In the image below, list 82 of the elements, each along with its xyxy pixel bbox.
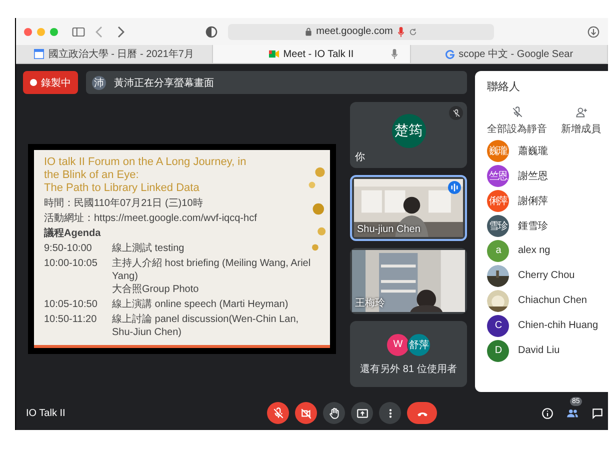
more-options-button[interactable]: [379, 402, 401, 424]
avatar: 俐萍: [487, 190, 509, 212]
browser-tab[interactable]: scope 中文 - Google Sear: [410, 45, 608, 63]
slide-text: 時間：民國110年07月21日 (三)10時: [44, 197, 204, 210]
more-participants-label: 還有另外 81 位使用者: [360, 362, 457, 376]
reload-icon[interactable]: [408, 26, 417, 36]
agenda-time: 9:50-10:00: [44, 242, 93, 255]
participant-item[interactable]: a alex ng: [487, 238, 608, 263]
agenda-time: 10:50-11:20: [44, 313, 98, 327]
presenter-avatar: 沛: [92, 76, 106, 90]
slide-title-line: IO talk II Forum on the A Long Journey, in: [44, 156, 248, 169]
close-window-icon[interactable]: [24, 28, 32, 36]
participant-name: alex ng: [518, 245, 550, 256]
avatar: W: [386, 332, 410, 356]
microphone-icon: [396, 26, 405, 36]
participant-name: Chiachun Chen: [518, 295, 587, 306]
microphone-button[interactable]: [267, 402, 289, 424]
participant-name: Chien-chih Huang: [518, 320, 598, 331]
chat-icon[interactable]: [591, 406, 604, 420]
agenda-heading: 議程Agenda: [44, 227, 102, 240]
avatar: 雪珍: [487, 214, 509, 236]
agenda-item: 線上測試 testing: [112, 242, 184, 255]
sidebar-icon[interactable]: [72, 26, 85, 38]
panel-action[interactable]: 新增成員: [561, 106, 601, 136]
agenda-time: 10:00-10:05: [44, 257, 98, 271]
avatar: a: [487, 240, 509, 262]
participant-name: 謝俐萍: [518, 194, 548, 208]
panel-title: 聯絡人: [487, 80, 521, 94]
video-camera-icon: [269, 49, 280, 59]
people-icon[interactable]: [566, 406, 579, 420]
participant-item[interactable]: 俐萍 謝俐萍: [487, 188, 608, 213]
microphone-icon: [390, 49, 398, 59]
calendar-icon: [34, 49, 44, 59]
participant-item[interactable]: C Chien-chih Huang: [487, 313, 608, 338]
avatar: 楚筠: [392, 114, 426, 148]
add-person-icon: [574, 106, 588, 119]
camera-off-icon: [300, 406, 312, 420]
avatar: 舒萍: [407, 332, 431, 356]
agenda-item: 大合照Group Photo: [112, 283, 200, 296]
panel-action[interactable]: 全部設為靜音: [487, 106, 547, 136]
participant-name: Shu-jiun Chen: [357, 224, 420, 235]
avatar: 竺恩: [487, 164, 509, 186]
avatar: 巍瓏: [487, 140, 509, 162]
participant-item[interactable]: D David Liu: [487, 338, 608, 363]
address-bar[interactable]: meet.google.com: [228, 24, 494, 40]
camera-button[interactable]: [295, 402, 317, 424]
raise-hand-button[interactable]: [323, 402, 345, 424]
meeting-title: IO Talk II: [26, 408, 66, 418]
participant-item[interactable]: 雪珍 鍾雪珍: [487, 213, 608, 238]
mic-off-icon: [510, 106, 524, 119]
participant-name: 謝竺恩: [518, 170, 548, 182]
participant-item[interactable]: 巍瓏 蕭巍瓏: [487, 138, 608, 163]
slide-title-line: the Blink of an Eye:: [44, 169, 140, 182]
g-logo-icon: [444, 49, 455, 59]
present-button[interactable]: [351, 402, 373, 424]
info-icon[interactable]: [541, 406, 554, 420]
avatar: D: [487, 340, 509, 362]
hand-icon: [328, 406, 340, 420]
agenda-item: 線上演講 online speech (Marti Heyman): [112, 298, 288, 311]
presenting-notice: 黃沛正在分享螢幕畫面: [114, 76, 214, 90]
participant-name: David Liu: [518, 345, 560, 356]
mic-off-icon: [272, 406, 284, 420]
speaking-indicator-icon: [448, 181, 461, 194]
present-screen-icon: [356, 406, 368, 420]
avatar: C: [487, 314, 509, 336]
download-icon[interactable]: [587, 26, 600, 38]
slide-text: 活動網址：https://meet.google.com/wvf-iqcq-hcf: [44, 212, 258, 225]
participant-name: 蕭巍瓏: [518, 144, 548, 158]
recording-badge: 錄製中: [23, 71, 78, 94]
agenda-item: 主持人介紹 host briefing (Meiling Wang, Ariel Yang): [112, 257, 312, 283]
slide-title-line: The Path to Library Linked Data: [44, 182, 200, 195]
agenda-item: 線上討論 panel discussion(Wen-Chin Lan, Shu-Jiun Chen): [112, 313, 300, 339]
participant-name: 你: [355, 151, 365, 164]
participant-item[interactable]: 竺恩 謝竺恩: [487, 163, 608, 188]
agenda-time: 10:05-10:50: [44, 298, 98, 311]
participant-name: 鍾雪珍: [518, 220, 548, 232]
browser-tab[interactable]: Meet - IO Talk II: [213, 45, 411, 63]
leave-call-button[interactable]: [407, 402, 437, 424]
participant-item[interactable]: Chiachun Chen: [487, 288, 608, 313]
participant-item[interactable]: Cherry Chou: [487, 263, 608, 288]
participant-name: Cherry Chou: [518, 270, 575, 281]
lock-icon: [305, 27, 312, 36]
